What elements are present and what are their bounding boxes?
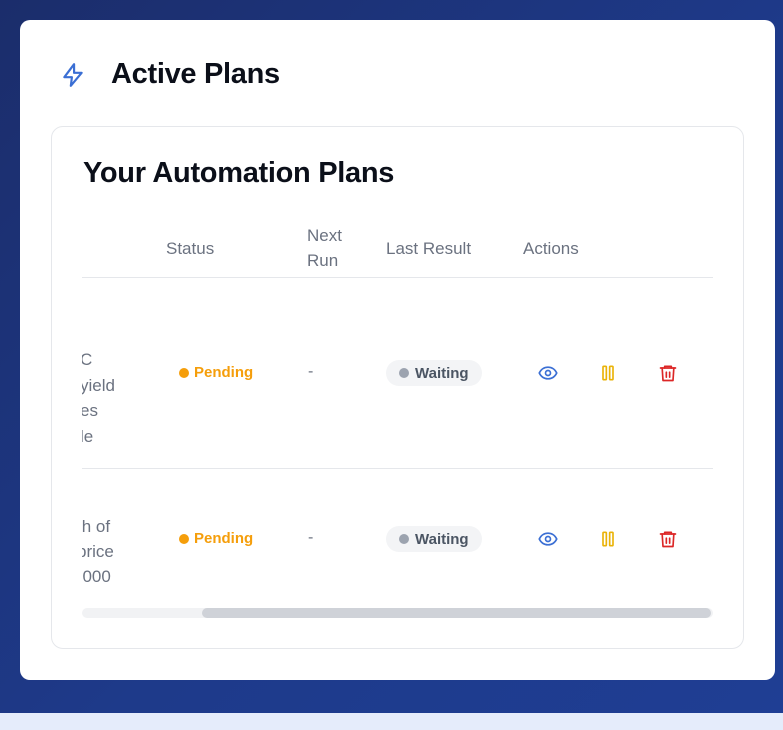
eye-icon — [538, 366, 558, 380]
active-plans-card: Active Plans Your Automation Plans Statu… — [20, 20, 775, 680]
header-divider — [82, 277, 713, 278]
status-label: Pending — [194, 364, 254, 381]
column-header-status: Status — [166, 239, 215, 258]
automation-plans-panel: Your Automation Plans Status Next Run La… — [51, 126, 744, 649]
panel-title: Your Automation Plans — [83, 157, 395, 189]
lightning-bolt-icon — [60, 62, 86, 88]
status-badge: Pending — [179, 530, 253, 547]
card-header: Active Plans — [60, 58, 280, 91]
plan-description-line: price — [82, 542, 114, 561]
page-footer-strip — [0, 713, 783, 730]
pause-plan-button[interactable] — [597, 528, 619, 550]
result-dot-icon — [399, 368, 409, 378]
status-badge: Pending — [179, 364, 253, 381]
column-header-next-run: Next Run — [307, 226, 342, 270]
next-run-value: - — [308, 363, 314, 380]
plan-description-line: yield — [82, 376, 115, 395]
plan-description-line: 3000 — [82, 567, 111, 586]
pause-icon — [602, 365, 614, 381]
column-header-actions: Actions — [523, 239, 579, 258]
status-dot-icon — [179, 533, 189, 544]
delete-plan-button[interactable] — [657, 362, 679, 384]
plans-table[interactable]: Status Next Run Last Result Actions C yi… — [82, 217, 713, 622]
pause-plan-button[interactable] — [597, 362, 619, 384]
view-plan-button[interactable] — [537, 362, 559, 384]
horizontal-scrollbar[interactable] — [82, 608, 713, 618]
eye-icon — [538, 532, 558, 546]
last-result-label: Waiting — [415, 530, 469, 548]
trash-icon — [659, 531, 677, 548]
pause-icon — [602, 531, 614, 547]
last-result-label: Waiting — [415, 364, 469, 382]
status-label: Pending — [194, 530, 254, 547]
delete-plan-button[interactable] — [657, 528, 679, 550]
last-result-badge: Waiting — [386, 360, 482, 386]
plan-description-line: es — [82, 401, 98, 420]
plan-description-line: le — [82, 427, 94, 446]
result-dot-icon — [399, 534, 409, 544]
page-title: Active Plans — [111, 58, 280, 90]
status-dot-icon — [179, 367, 189, 378]
trash-icon — [659, 365, 677, 382]
column-header-last-result: Last Result — [386, 239, 472, 258]
row-divider — [82, 468, 713, 469]
plan-description-line: th of — [82, 517, 111, 536]
next-run-value: - — [308, 529, 314, 546]
view-plan-button[interactable] — [537, 528, 559, 550]
scrollbar-thumb[interactable] — [202, 608, 711, 618]
last-result-badge: Waiting — [386, 526, 482, 552]
plan-description-line: C — [82, 347, 92, 373]
